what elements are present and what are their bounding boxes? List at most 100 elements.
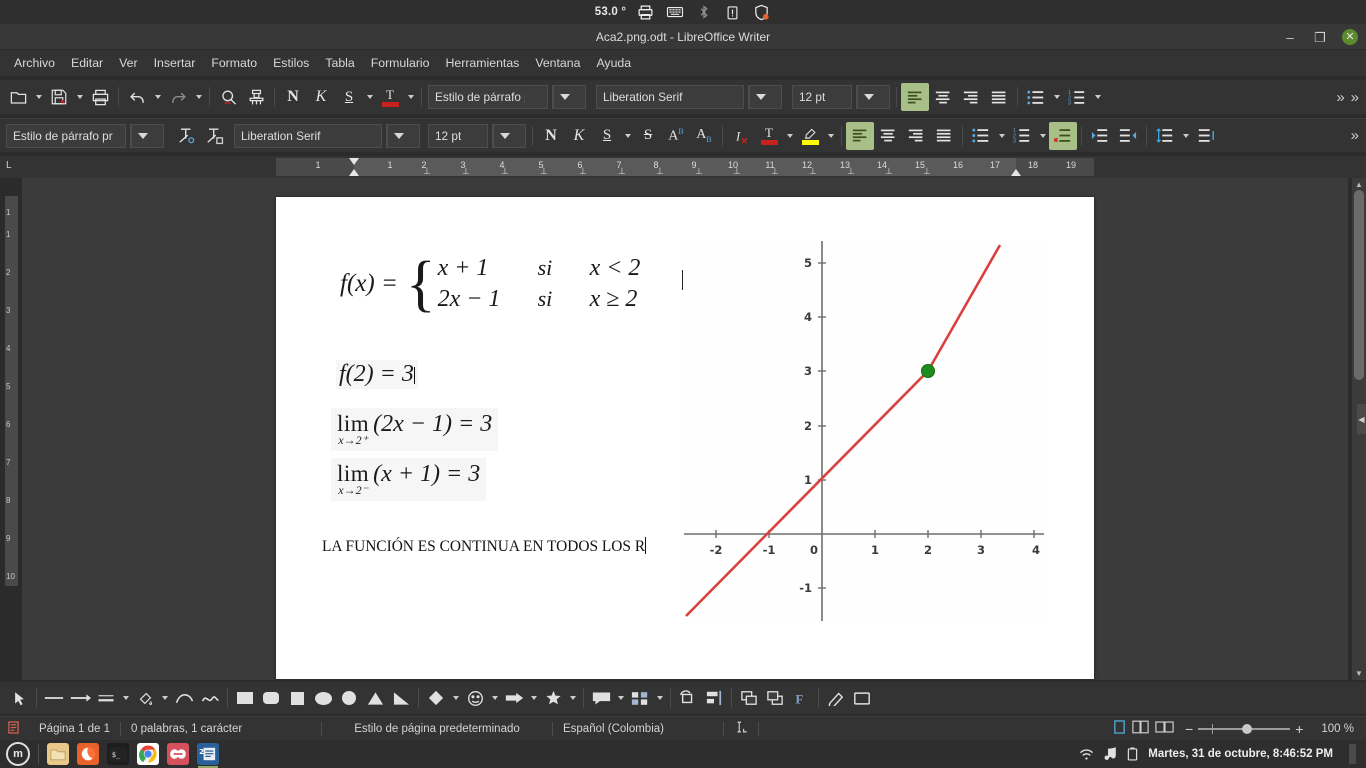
zoom-level[interactable]: 100 %: [1311, 723, 1366, 735]
anydesk-icon[interactable]: [167, 743, 189, 765]
basic-shapes-dropdown-icon[interactable]: [449, 684, 462, 712]
bullet-list-icon[interactable]: [1022, 83, 1050, 111]
symbol-shapes-dropdown-icon[interactable]: [488, 684, 501, 712]
select-cursor-icon[interactable]: [6, 685, 32, 711]
single-page-view-icon[interactable]: [1110, 720, 1129, 737]
document-page[interactable]: f(x) = { x + 1 si x < 2 2x − 1 si x ≥ 2: [276, 197, 1094, 679]
equation-limit-right[interactable]: lim x→2⁺ (2x − 1) = 3: [331, 408, 499, 451]
save-status-icon[interactable]: [0, 720, 29, 737]
symbol-shapes-icon[interactable]: [462, 685, 488, 711]
battery-icon[interactable]: [1127, 747, 1138, 761]
maximize-button[interactable]: ❐: [1312, 29, 1328, 45]
tab-stop[interactable]: ⊥: [695, 167, 703, 176]
equation-f2[interactable]: f(2) = 3: [336, 360, 418, 389]
bullet-list-dropdown-icon-2[interactable]: [995, 122, 1008, 150]
numbered-list-icon[interactable]: 123: [1063, 83, 1091, 111]
font-color-dropdown-icon-2[interactable]: [783, 122, 796, 150]
paragraph-style-combo[interactable]: Estilo de párrafo pr: [428, 85, 548, 109]
font-name-dropdown-2[interactable]: [386, 123, 420, 148]
block-arrows-dropdown-icon[interactable]: [527, 684, 540, 712]
menu-herramientas[interactable]: Herramientas: [438, 52, 528, 74]
first-line-indent-marker[interactable]: [349, 158, 359, 165]
numbered-list-dropdown-icon-2[interactable]: [1036, 122, 1049, 150]
minimize-button[interactable]: –: [1282, 29, 1298, 45]
zoom-in-button[interactable]: +: [1295, 722, 1303, 736]
send-backward-icon[interactable]: [762, 685, 788, 711]
stars-dropdown-icon[interactable]: [566, 684, 579, 712]
font-name-combo-2[interactable]: Liberation Serif: [234, 123, 382, 148]
sidebar-toggle[interactable]: ◀: [1357, 404, 1366, 434]
align-left-icon[interactable]: [901, 83, 929, 111]
paragraph-style-dropdown[interactable]: [552, 85, 586, 109]
terminal-icon[interactable]: $_: [107, 743, 129, 765]
block-arrows-icon[interactable]: [501, 685, 527, 711]
align-center-icon-2[interactable]: [874, 122, 902, 150]
tab-stop[interactable]: ⊥: [656, 167, 664, 176]
superscript-icon[interactable]: AB: [662, 122, 690, 150]
zoom-knob[interactable]: [1242, 723, 1253, 734]
line-styles-icon[interactable]: [93, 685, 119, 711]
temperature-indicator[interactable]: 53.0 °: [595, 6, 626, 18]
font-name-combo[interactable]: Liberation Serif: [596, 85, 744, 109]
line-spacing-icon[interactable]: [1151, 122, 1179, 150]
toolbar-overflow-right-icon[interactable]: »: [1348, 89, 1362, 106]
triangle-icon[interactable]: [362, 685, 388, 711]
no-list-icon[interactable]: [1049, 121, 1077, 150]
music-icon[interactable]: [1104, 747, 1117, 761]
toolbar-overflow-icon[interactable]: »: [1333, 89, 1347, 106]
printer-icon[interactable]: [636, 3, 655, 22]
word-count[interactable]: 0 palabras, 1 carácter: [121, 723, 321, 735]
menu-formulario[interactable]: Formulario: [363, 52, 438, 74]
justify-icon[interactable]: [985, 83, 1013, 111]
right-indent-marker[interactable]: [1011, 169, 1021, 176]
square-icon[interactable]: [284, 685, 310, 711]
clone-formatting-icon[interactable]: [242, 83, 270, 111]
callout-dropdown-icon[interactable]: [614, 684, 627, 712]
print-icon[interactable]: [86, 83, 114, 111]
new-style-icon[interactable]: [200, 122, 228, 150]
equation-piecewise[interactable]: f(x) = { x + 1 si x < 2 2x − 1 si x ≥ 2: [340, 253, 640, 315]
italic-icon-2[interactable]: K: [565, 122, 593, 150]
font-size-dropdown[interactable]: [856, 85, 890, 109]
paragraph-spacing-icon[interactable]: [1192, 122, 1220, 150]
menu-editar[interactable]: Editar: [63, 52, 111, 74]
close-button[interactable]: ✕: [1342, 29, 1358, 45]
callout-icon[interactable]: [588, 685, 614, 711]
undo-dropdown-icon[interactable]: [151, 83, 164, 111]
font-color-icon[interactable]: T: [376, 83, 404, 111]
undo-icon[interactable]: [123, 83, 151, 111]
zoom-track[interactable]: [1198, 723, 1291, 734]
chrome-icon[interactable]: [137, 743, 159, 765]
align-left-icon-2[interactable]: [846, 121, 874, 150]
bold-icon-2[interactable]: N: [537, 122, 565, 150]
equation-limit-left[interactable]: lim x→2⁻ (x + 1) = 3: [331, 458, 487, 501]
right-triangle-icon[interactable]: [388, 685, 414, 711]
scrollbar-thumb[interactable]: [1354, 190, 1364, 380]
basic-shapes-icon[interactable]: [423, 685, 449, 711]
tab-stop[interactable]: ⊥: [809, 167, 817, 176]
find-replace-icon[interactable]: [214, 83, 242, 111]
rectangle-icon[interactable]: [232, 685, 258, 711]
firefox-icon[interactable]: [77, 743, 99, 765]
clock[interactable]: Martes, 31 de octubre, 8:46:52 PM: [1148, 748, 1333, 760]
font-size-dropdown-2[interactable]: [492, 123, 526, 148]
underline-dropdown-icon-2[interactable]: [621, 122, 634, 150]
align-center-icon[interactable]: [929, 83, 957, 111]
rotate-icon[interactable]: [675, 685, 701, 711]
tab-stop[interactable]: ⊥: [771, 167, 779, 176]
font-size-combo[interactable]: 12 pt: [792, 85, 852, 109]
show-desktop-button[interactable]: [1349, 744, 1356, 764]
clipboard-icon[interactable]: [723, 3, 742, 22]
page-style[interactable]: Estilo de página predeterminado: [322, 723, 552, 735]
tab-stop[interactable]: ⊥: [423, 167, 431, 176]
underline-dropdown-icon[interactable]: [363, 83, 376, 111]
underline-icon-2[interactable]: S: [593, 122, 621, 150]
font-size-combo-2[interactable]: 12 pt: [428, 123, 488, 148]
menu-insertar[interactable]: Insertar: [146, 52, 204, 74]
wifi-icon[interactable]: [1079, 748, 1094, 761]
tab-stop[interactable]: ⊥: [923, 167, 931, 176]
circle-icon[interactable]: [336, 685, 362, 711]
vertical-ruler[interactable]: 1 1 2 3 4 5 6 7 8 9 10: [0, 178, 22, 678]
bold-icon[interactable]: N: [279, 83, 307, 111]
align-right-icon[interactable]: [957, 83, 985, 111]
